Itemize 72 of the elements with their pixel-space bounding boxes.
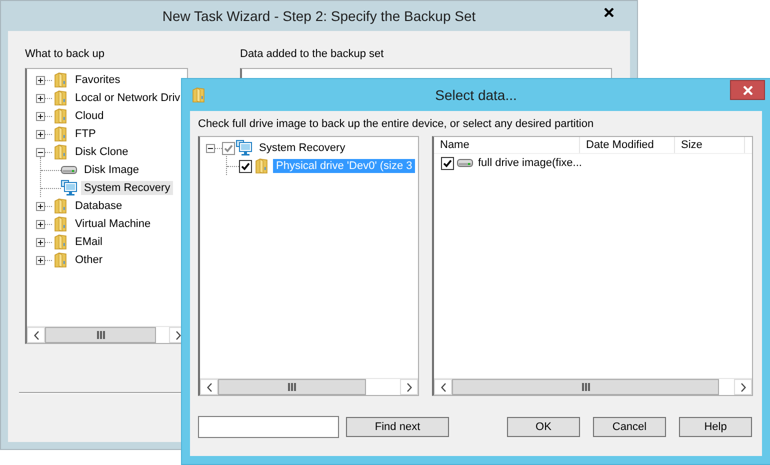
dialog-button[interactable]: OK [507, 417, 580, 437]
scrollbar-thumb[interactable] [452, 379, 719, 395]
folder-icon [54, 90, 66, 106]
tree-item[interactable]: Database [72, 199, 126, 213]
scroll-right-button[interactable] [734, 379, 752, 395]
tree-item[interactable]: Local or Network Driv [72, 91, 184, 105]
folder-icon [192, 87, 205, 103]
folder-icon [54, 108, 66, 124]
expand-icon[interactable] [36, 76, 45, 84]
tree-item[interactable]: Other [72, 253, 106, 267]
tree-item[interactable]: Cloud [72, 109, 107, 123]
expand-icon[interactable] [36, 112, 45, 120]
horizontal-scrollbar[interactable] [200, 378, 418, 395]
tree-item[interactable]: EMail [72, 235, 106, 249]
grip-icon [582, 383, 590, 391]
source-label: What to back up [25, 48, 106, 60]
tree-item[interactable]: Disk Clone [72, 145, 132, 159]
scrollbar-thumb[interactable] [45, 327, 156, 343]
chevron-right-icon [406, 382, 412, 392]
tree-item[interactable]: Disk Image [81, 163, 142, 177]
expand-icon[interactable] [36, 94, 45, 102]
find-next-button[interactable]: Find next [346, 417, 449, 437]
monitor-icon [61, 180, 77, 196]
folder-icon [54, 198, 66, 214]
chevron-right-icon [740, 382, 746, 392]
tree-item[interactable]: System Recovery [81, 181, 174, 195]
dialog-title: Select data... [435, 87, 517, 103]
scrollbar-thumb[interactable] [218, 379, 366, 395]
folder-icon [54, 252, 66, 268]
expand-icon[interactable] [36, 238, 45, 246]
window-title: New Task Wizard - Step 2: Specify the Backup Set [162, 8, 476, 24]
drive-icon [61, 165, 77, 175]
column-header[interactable]: Size [675, 137, 745, 153]
column-header[interactable]: Date Modified [580, 137, 675, 153]
expand-icon[interactable] [36, 130, 45, 138]
chevron-left-icon [440, 382, 446, 392]
chevron-left-icon [206, 382, 212, 392]
scroll-right-button[interactable] [400, 379, 418, 395]
drive-icon [457, 158, 473, 168]
grip-icon [288, 383, 296, 391]
close-button[interactable] [730, 80, 765, 100]
collapse-icon[interactable] [36, 148, 45, 156]
chevron-left-icon [34, 330, 38, 340]
dialog-button[interactable]: Cancel [593, 417, 666, 437]
checkbox[interactable] [441, 156, 454, 170]
expand-icon[interactable] [36, 220, 45, 228]
tree-item[interactable]: FTP [72, 127, 99, 141]
folder-icon [54, 144, 66, 160]
chevron-right-icon [176, 330, 180, 340]
folder-icon [54, 72, 66, 88]
tree-item[interactable]: Virtual Machine [72, 217, 154, 231]
horizontal-scrollbar[interactable] [434, 378, 752, 395]
grip-icon [96, 331, 104, 339]
folder-icon [54, 216, 66, 232]
scroll-left-button[interactable] [434, 379, 452, 395]
search-field[interactable] [198, 416, 339, 438]
column-header[interactable]: Name [434, 137, 580, 153]
expand-icon[interactable] [36, 202, 45, 210]
monitor-icon [236, 140, 252, 156]
folder-icon [54, 126, 66, 142]
folder-icon [54, 234, 66, 250]
expand-icon[interactable] [36, 256, 45, 264]
close-icon [742, 86, 752, 94]
scroll-left-button[interactable] [200, 379, 218, 395]
tree-item[interactable]: Favorites [72, 73, 124, 87]
scroll-left-button[interactable] [27, 327, 45, 343]
target-label: Data added to the backup set [240, 48, 385, 60]
dialog-button[interactable]: Help [679, 417, 752, 437]
folder-icon [254, 158, 268, 174]
instruction-text: Check full drive image to back up the entire device, or select any desired partition [198, 118, 595, 130]
close-icon [604, 8, 614, 17]
file-name[interactable]: full drive image(fixe... [478, 157, 582, 169]
